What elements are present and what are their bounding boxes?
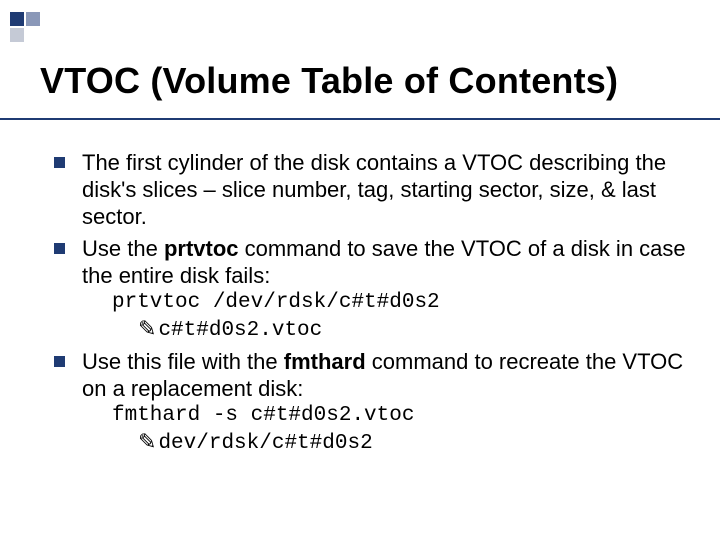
deco-square-icon — [10, 28, 24, 42]
deco-square-icon — [10, 12, 24, 26]
bullet-item: Use the prtvtoc command to save the VTOC… — [54, 236, 686, 343]
continuation-arrow-icon: ✎ — [138, 316, 156, 343]
slide: VTOC (Volume Table of Contents) The firs… — [0, 0, 720, 540]
deco-square-icon — [26, 12, 40, 26]
code-line: ✎c#t#d0s2.vtoc — [138, 316, 686, 344]
bullet-text-bold: fmthard — [284, 349, 366, 374]
code-line: prtvtoc /dev/rdsk/c#t#d0s2 — [112, 290, 686, 316]
bullet-text: The first cylinder of the disk contains … — [82, 150, 666, 229]
title-rule — [0, 118, 720, 120]
bullet-item: Use this file with the fmthard command t… — [54, 349, 686, 456]
slide-body: The first cylinder of the disk contains … — [54, 150, 686, 462]
corner-decoration — [10, 12, 70, 42]
slide-title: VTOC (Volume Table of Contents) — [40, 60, 700, 102]
bullet-text-pre: Use the — [82, 236, 164, 261]
code-text: c#t#d0s2.vtoc — [158, 319, 322, 342]
code-text: dev/rdsk/c#t#d0s2 — [158, 432, 372, 455]
code-line: fmthard -s c#t#d0s2.vtoc — [112, 403, 686, 429]
bullet-item: The first cylinder of the disk contains … — [54, 150, 686, 230]
bullet-text-bold: prtvtoc — [164, 236, 239, 261]
code-line: ✎dev/rdsk/c#t#d0s2 — [138, 429, 686, 457]
bullet-text-pre: Use this file with the — [82, 349, 284, 374]
continuation-arrow-icon: ✎ — [138, 429, 156, 456]
